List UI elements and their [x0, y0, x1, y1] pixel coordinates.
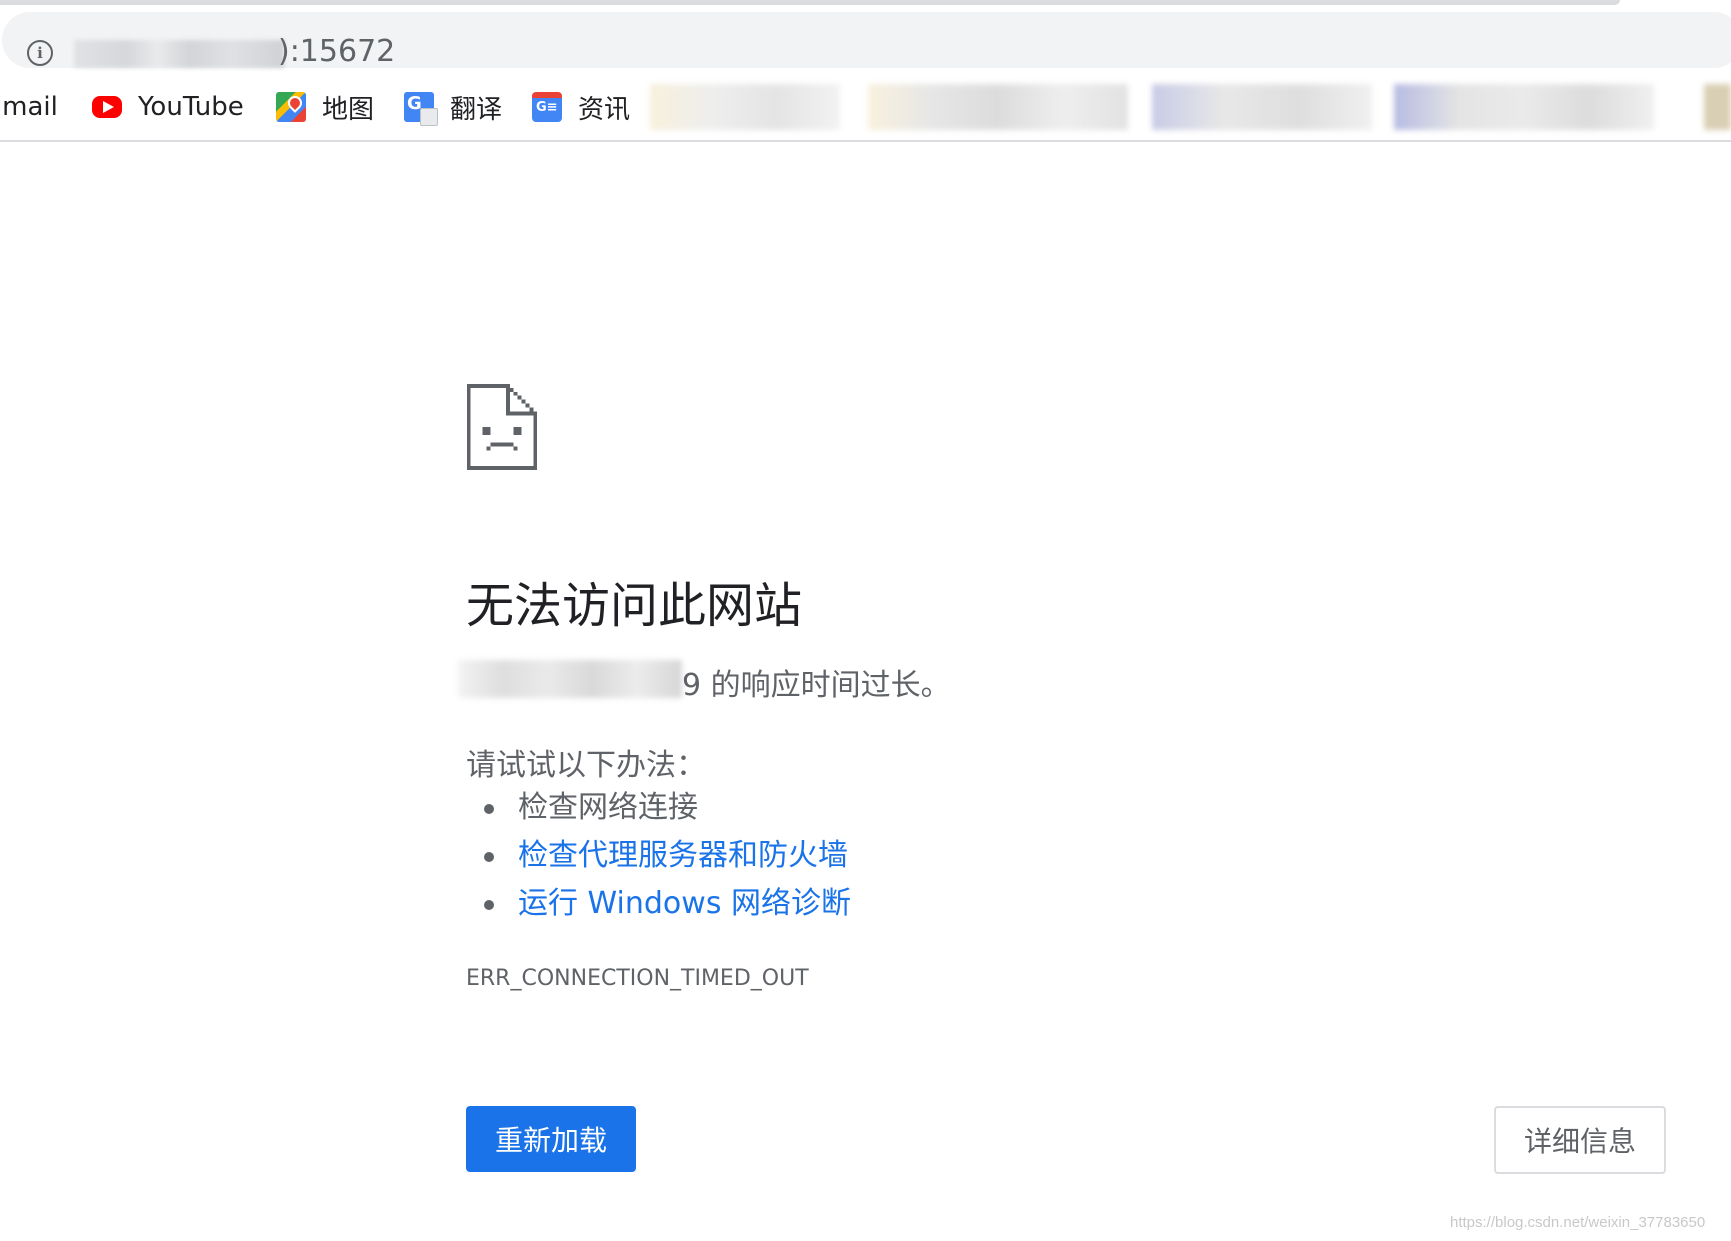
- address-bar[interactable]: i ):15672: [2, 12, 1731, 69]
- watermark: https://blog.csdn.net/weixin_37783650: [1450, 1214, 1706, 1231]
- reload-button[interactable]: 重新加载: [466, 1106, 636, 1172]
- bookmark-label: Gmail: [0, 92, 58, 122]
- suggestion-run-diagnostics: 运行 Windows 网络诊断: [484, 880, 851, 928]
- host-redacted: [458, 660, 682, 698]
- news-icon: [532, 92, 562, 122]
- details-button[interactable]: 详细信息: [1494, 1106, 1666, 1174]
- bookmark-label: 地图: [322, 94, 375, 125]
- bookmark-maps[interactable]: 地图: [276, 88, 374, 126]
- tab-strip-edge: [0, 0, 1620, 5]
- bookmark-redacted[interactable]: [868, 84, 1128, 130]
- toolbar-divider: [0, 140, 1731, 142]
- site-info-icon[interactable]: i: [27, 40, 53, 66]
- bookmark-gmail[interactable]: Gmail: [0, 88, 58, 126]
- url-text[interactable]: ):15672: [278, 34, 395, 69]
- url-redacted: [74, 40, 284, 68]
- translate-icon: [404, 92, 438, 126]
- bookmark-label: YouTube: [138, 92, 244, 122]
- bookmark-redacted[interactable]: [1704, 84, 1731, 130]
- bookmark-translate[interactable]: 翻译: [404, 88, 502, 126]
- suggestion-check-proxy: 检查代理服务器和防火墙: [484, 832, 851, 880]
- suggestions-list: 检查网络连接 检查代理服务器和防火墙 运行 Windows 网络诊断: [484, 784, 851, 928]
- browser-window: i ):15672 Gmail YouTube 地图 翻译 资讯: [0, 0, 1731, 1241]
- suggestions-heading: 请试试以下办法：: [466, 748, 706, 783]
- response-message: 9 的响应时间过长。: [682, 668, 951, 703]
- error-title: 无法访问此网站: [466, 578, 803, 634]
- network-diagnostics-link[interactable]: 运行 Windows 网络诊断: [518, 886, 851, 921]
- bookmarks-bar: Gmail YouTube 地图 翻译 资讯: [0, 80, 1731, 134]
- bookmark-redacted[interactable]: [1152, 84, 1372, 130]
- bookmark-redacted[interactable]: [1394, 84, 1654, 130]
- bookmark-label: 资讯: [578, 94, 631, 125]
- bookmark-youtube[interactable]: YouTube: [92, 88, 244, 126]
- error-code: ERR_CONNECTION_TIMED_OUT: [466, 966, 809, 991]
- youtube-icon: [92, 96, 122, 118]
- maps-icon: [276, 92, 306, 122]
- bookmark-redacted[interactable]: [650, 84, 840, 130]
- check-proxy-link[interactable]: 检查代理服务器和防火墙: [518, 838, 848, 873]
- sad-document-icon: [466, 384, 538, 470]
- suggestion-check-network: 检查网络连接: [484, 784, 851, 832]
- bookmark-label: 翻译: [450, 94, 503, 125]
- suggestion-text: 检查网络连接: [518, 790, 698, 825]
- bookmark-news[interactable]: 资讯: [532, 88, 630, 126]
